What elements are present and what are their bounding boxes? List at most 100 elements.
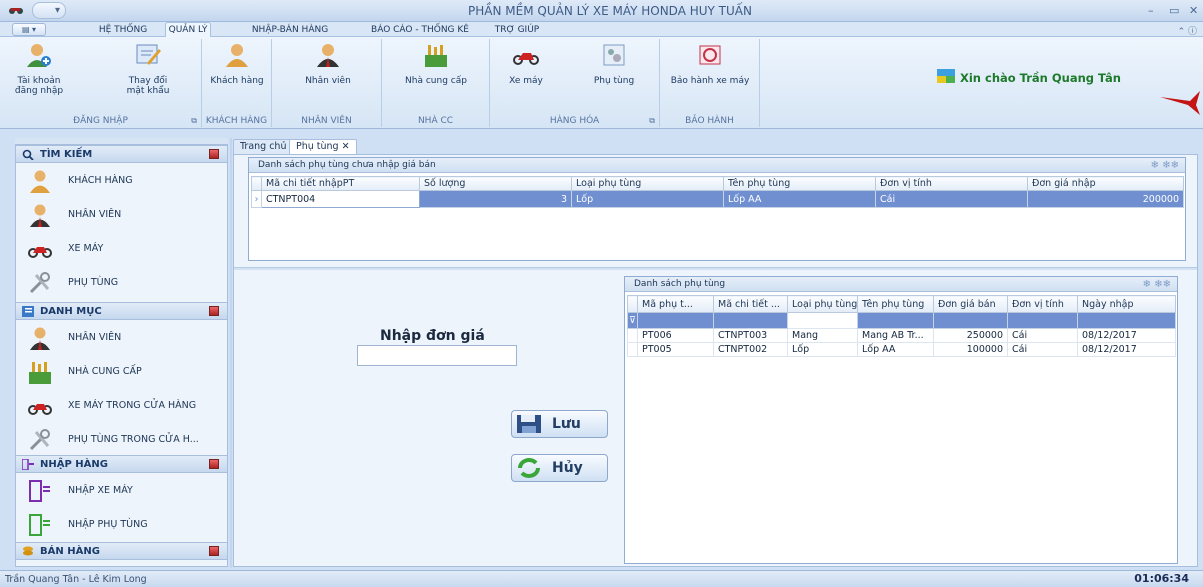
customer-icon <box>226 44 248 67</box>
account-button[interactable]: Tài khoản đăng nhập <box>14 43 64 96</box>
customer-button[interactable]: Khách hàng <box>210 43 264 86</box>
section-ban-hang[interactable]: BÁN HÀNG <box>16 542 227 560</box>
ribbon-group-nha-cc: Nhà cung cấp NHÀ CC <box>382 39 490 127</box>
sidebar-item-nhap-phu-tung[interactable]: NHẬP PHỤ TÙNG <box>16 509 227 541</box>
table-cell[interactable]: 100000 <box>933 342 1008 357</box>
sidebar-item-nha-cung-cap[interactable]: NHÀ CUNG CẤP <box>16 356 227 388</box>
change-password-button[interactable]: Thay đổi mật khẩu <box>118 43 178 96</box>
column-header[interactable]: Đơn vị tính <box>875 176 1028 191</box>
sidebar-item-xe-may-cua-hang[interactable]: XE MÁY TRONG CỬA HÀNG <box>16 390 227 422</box>
app-menu-button[interactable]: ▤ ▾ <box>12 23 46 36</box>
price-input[interactable] <box>357 345 517 366</box>
sidebar-splitter[interactable] <box>230 138 232 568</box>
quick-access-toolbar[interactable]: ▾ <box>32 2 66 19</box>
collapse-icon[interactable] <box>209 546 219 556</box>
column-header[interactable]: Đơn giá bán <box>933 295 1008 313</box>
table-row[interactable]: PT006 CTNPT003 Mang Mang AB Tr... 250000… <box>627 328 1176 343</box>
table-row[interactable]: PT005 CTNPT002 Lốp Lốp AA 100000 Cái 08/… <box>627 342 1176 357</box>
collapse-icon[interactable] <box>209 459 219 469</box>
table-cell[interactable]: CTNPT002 <box>713 342 788 357</box>
column-header[interactable]: Mã chi tiết nhậpPT <box>261 176 420 191</box>
column-header[interactable]: Mã chi tiết ... <box>713 295 788 313</box>
table-row[interactable]: › CTNPT004 3 Lốp Lốp AA Cái 200000 <box>251 190 1184 208</box>
table-cell[interactable]: 08/12/2017 <box>1077 342 1176 357</box>
tab-quan-ly[interactable]: QUẢN LÝ <box>165 22 211 38</box>
warranty-button[interactable]: Bảo hành xe máy <box>668 43 752 86</box>
table-cell[interactable]: PT006 <box>637 328 714 343</box>
horizontal-splitter[interactable] <box>234 267 1197 270</box>
sidebar-item-phu-tung-cua-hang[interactable]: PHỤ TÙNG TRONG CỬA H... <box>16 424 227 456</box>
table-cell[interactable]: Lốp AA <box>723 190 876 208</box>
close-button[interactable]: ✕ <box>1189 4 1198 17</box>
filter-row[interactable]: ⊽ <box>627 312 1176 329</box>
maximize-button[interactable]: ▭ <box>1169 4 1179 17</box>
minimize-button[interactable]: – <box>1148 4 1154 17</box>
table-cell[interactable]: Lốp AA <box>857 342 934 357</box>
tab-nhap-ban-hang[interactable]: NHẬP-BÁN HÀNG <box>244 23 336 37</box>
table-cell[interactable]: Cái <box>1007 328 1078 343</box>
filter-cell[interactable] <box>713 312 788 329</box>
table-cell[interactable]: CTNPT003 <box>713 328 788 343</box>
column-header[interactable]: Loại phụ tùng <box>571 176 724 191</box>
help-icon[interactable]: ⌃ ⓘ <box>1178 24 1197 37</box>
collapse-icon[interactable] <box>209 306 219 316</box>
spare-part-button[interactable]: Phụ tùng <box>584 43 644 86</box>
column-header[interactable]: Số lượng <box>419 176 572 191</box>
table-cell[interactable]: 08/12/2017 <box>1077 328 1176 343</box>
employee-button[interactable]: Nhân viên <box>298 43 358 86</box>
tab-tro-giup[interactable]: TRỢ GIÚP <box>494 23 540 37</box>
table-cell[interactable]: CTNPT004 <box>261 190 420 208</box>
tab-phu-tung[interactable]: Phụ tùng ✕ <box>289 139 357 154</box>
motorbike-button[interactable]: Xe máy <box>498 43 554 86</box>
launcher-icon[interactable]: ⧉ <box>191 116 197 126</box>
sidebar-item-label: XE MÁY <box>68 243 104 254</box>
section-tim-kiem[interactable]: TÌM KIẾM <box>16 145 227 163</box>
launcher-icon[interactable]: ⧉ <box>649 116 655 126</box>
tab-trang-chu[interactable]: Trang chủ <box>233 139 294 154</box>
table-cell[interactable]: Lốp <box>787 342 858 357</box>
filter-cell[interactable] <box>1077 312 1176 329</box>
column-header[interactable]: Mã phụ t... <box>637 295 714 313</box>
column-header[interactable]: Tên phụ tùng <box>723 176 876 191</box>
section-danh-muc[interactable]: DANH MỤC <box>16 302 227 320</box>
column-header[interactable]: Tên phụ tùng <box>857 295 934 313</box>
unpriced-parts-grid[interactable]: Mã chi tiết nhậpPT Số lượng Loại phụ tùn… <box>251 176 1184 208</box>
table-cell[interactable]: Mang AB Tr... <box>857 328 934 343</box>
filter-cell[interactable] <box>933 312 1008 329</box>
sidebar-item-phu-tung[interactable]: PHỤ TÙNG <box>16 267 227 299</box>
group-label-bao-hanh: BẢO HÀNH <box>685 116 734 126</box>
table-cell[interactable]: 250000 <box>933 328 1008 343</box>
table-cell[interactable]: Mang <box>787 328 858 343</box>
tab-bao-cao[interactable]: BÁO CÁO - THỐNG KÊ <box>362 23 478 37</box>
table-cell[interactable]: PT005 <box>637 342 714 357</box>
tools-icon <box>29 429 50 451</box>
cancel-button[interactable]: Hủy <box>511 454 608 482</box>
table-cell[interactable]: Lốp <box>571 190 724 208</box>
sidebar-item-nhan-vien-dm[interactable]: NHÂN VIÊN <box>16 322 227 354</box>
table-cell[interactable]: Cái <box>875 190 1028 208</box>
group-label-khach-hang: KHÁCH HÀNG <box>205 116 268 126</box>
collapse-icon[interactable] <box>209 149 219 159</box>
sidebar-item-khach-hang[interactable]: KHÁCH HÀNG <box>16 165 227 197</box>
column-header[interactable]: Đơn vị tính <box>1007 295 1078 313</box>
dropdown-icon[interactable]: ▾ <box>55 5 60 16</box>
save-button[interactable]: Lưu <box>511 410 608 438</box>
section-nhap-hang[interactable]: NHẬP HÀNG <box>16 455 227 473</box>
sidebar-item-nhap-xe-may[interactable]: NHẬP XE MÁY <box>16 475 227 507</box>
sidebar-item-nhan-vien[interactable]: NHÂN VIÊN <box>16 199 227 231</box>
column-header[interactable]: Đơn giá nhập <box>1027 176 1184 191</box>
filter-cell[interactable] <box>1007 312 1078 329</box>
filter-cell[interactable] <box>857 312 934 329</box>
table-cell[interactable]: 3 <box>419 190 572 208</box>
group-header: Danh sách phụ tùng ❄ ❄❄ <box>625 277 1177 292</box>
table-cell[interactable]: Cái <box>1007 342 1078 357</box>
column-header[interactable]: Loại phụ tùng <box>787 295 858 313</box>
filter-cell[interactable] <box>637 312 714 329</box>
filter-cell[interactable] <box>787 312 858 329</box>
table-cell[interactable]: 200000 <box>1027 190 1184 208</box>
column-header[interactable]: Ngày nhập <box>1077 295 1176 313</box>
supplier-button[interactable]: Nhà cung cấp <box>400 43 472 86</box>
parts-grid[interactable]: Mã phụ t... Mã chi tiết ... Loại phụ tùn… <box>627 295 1176 357</box>
sidebar-item-xe-may[interactable]: XE MÁY <box>16 233 227 265</box>
tab-he-thong[interactable]: HỆ THỐNG <box>90 23 156 37</box>
